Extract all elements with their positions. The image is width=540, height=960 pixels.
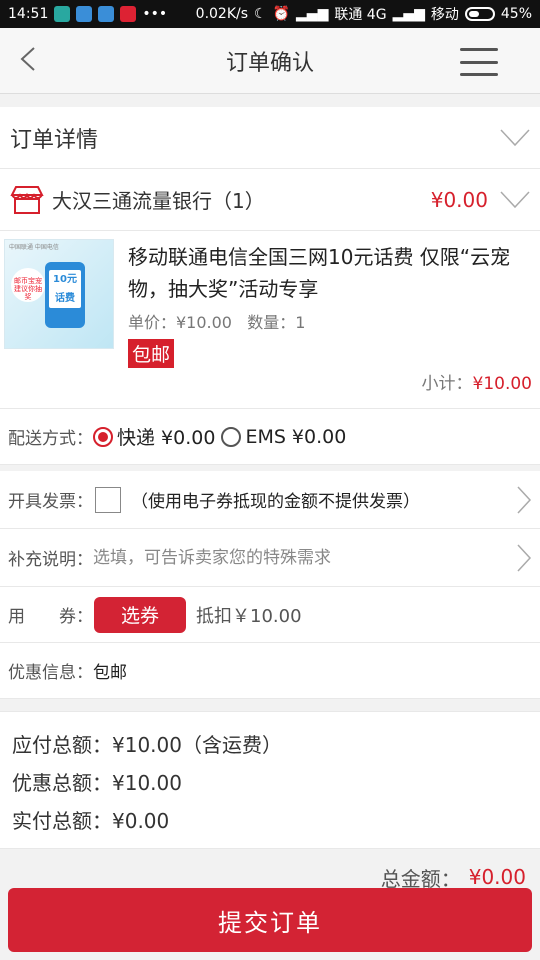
shipping-option-ems[interactable]: EMS ¥0.00 bbox=[221, 426, 346, 448]
store-icon bbox=[10, 185, 44, 214]
status-time: 14:51 bbox=[8, 6, 49, 22]
product-name: 移动联通电信全国三网10元话费 仅限“云宠物，抽大奖”活动专享 bbox=[128, 245, 511, 301]
top-nav: 订单确认 bbox=[0, 28, 540, 94]
coupon-row: 用 券： 选券 抵扣￥10.00 bbox=[0, 587, 540, 643]
alarm-icon: ⏰ bbox=[272, 6, 291, 22]
payable-total: 应付总额：¥10.00（含运费） bbox=[12, 733, 282, 757]
subtotal-value: ¥10.00 bbox=[472, 374, 532, 394]
signal-icon-2: ▂▄▆ bbox=[392, 6, 425, 22]
coupon-deduct: 抵扣￥10.00 bbox=[196, 605, 302, 627]
radio-unselected-icon[interactable] bbox=[221, 426, 242, 447]
select-coupon-button[interactable]: 选券 bbox=[94, 596, 186, 633]
more-notifications-icon: ••• bbox=[142, 6, 168, 22]
quantity: 数量：1 bbox=[247, 313, 306, 332]
news-notification-icon bbox=[120, 6, 137, 22]
carrier-1: 联通 4G bbox=[334, 7, 387, 23]
subtotal: 小计：¥10.00 bbox=[421, 374, 532, 394]
shipping-row: 配送方式： 快递 ¥0.00 EMS ¥0.00 bbox=[0, 409, 540, 465]
promo-value: 包邮 bbox=[93, 663, 127, 683]
menu-icon[interactable] bbox=[460, 48, 498, 76]
discount-total: 优惠总额：¥10.00 bbox=[12, 771, 182, 795]
video-notification-icon bbox=[98, 6, 115, 22]
order-detail-header[interactable]: 订单详情 bbox=[0, 107, 540, 169]
invoice-checkbox[interactable] bbox=[95, 486, 121, 513]
shop-row[interactable]: 大汉三通流量银行（1） ¥0.00 bbox=[0, 169, 540, 231]
coupon-label: 用 券： bbox=[8, 607, 93, 627]
chevron-down-icon bbox=[500, 128, 530, 146]
promo-label: 优惠信息： bbox=[8, 663, 93, 683]
invoice-note: （使用电子券抵现的金额不提供发票） bbox=[131, 492, 420, 512]
radio-selected-icon[interactable] bbox=[93, 426, 113, 447]
browser-notification-icon bbox=[76, 6, 93, 22]
product-item[interactable]: 中国联通 中国电信 邮币宝宠 建议你抽奖 10元话费 移动联通电信全国三网10元… bbox=[0, 231, 540, 409]
actual-total: 实付总额：¥0.00 bbox=[12, 809, 170, 833]
shop-name: 大汉三通流量银行（1） bbox=[52, 189, 265, 213]
chevron-right-icon bbox=[517, 485, 532, 514]
invoice-label: 开具发票： bbox=[8, 492, 93, 512]
chevron-down-icon bbox=[500, 190, 530, 208]
signal-icon: ▂▄▆ bbox=[296, 6, 329, 22]
shop-price: ¥0.00 bbox=[430, 187, 488, 212]
product-image: 中国联通 中国电信 邮币宝宠 建议你抽奖 10元话费 bbox=[4, 239, 114, 349]
remark-row: 补充说明： bbox=[0, 529, 540, 587]
battery-icon bbox=[464, 7, 495, 21]
carrier-2: 移动 bbox=[430, 7, 459, 23]
promo-row: 优惠信息： 包邮 bbox=[0, 643, 540, 699]
app-notification-icon bbox=[54, 6, 71, 22]
totals-section: 应付总额：¥10.00（含运费） 优惠总额：¥10.00 实付总额：¥0.00 bbox=[0, 711, 540, 849]
chevron-right-icon bbox=[517, 543, 532, 572]
free-shipping-tag: 包邮 bbox=[128, 339, 175, 368]
net-speed: 0.02K/s bbox=[195, 6, 249, 22]
battery-level: 45% bbox=[500, 6, 532, 22]
remark-input[interactable] bbox=[93, 547, 516, 568]
remark-label: 补充说明： bbox=[8, 550, 93, 570]
grand-total-value: ¥0.00 bbox=[468, 865, 526, 889]
invoice-row[interactable]: 开具发票： （使用电子券抵现的金额不提供发票） bbox=[0, 471, 540, 529]
submit-order-button[interactable]: 提交订单 bbox=[8, 888, 532, 952]
shipping-label: 配送方式： bbox=[8, 429, 93, 449]
unit-price: 单价：¥10.00 bbox=[128, 313, 232, 332]
shipping-option-express[interactable]: 快递 ¥0.00 bbox=[93, 423, 215, 450]
moon-icon: ☾ bbox=[254, 6, 267, 22]
order-detail-title: 订单详情 bbox=[10, 127, 99, 153]
back-arrow-icon[interactable] bbox=[16, 46, 42, 72]
page-title: 订单确认 bbox=[225, 50, 314, 76]
status-bar: 14:51 ••• 0.02K/s ☾ ⏰ ▂▄▆ 联通 4G ▂▄▆ 移动 4… bbox=[0, 0, 540, 28]
